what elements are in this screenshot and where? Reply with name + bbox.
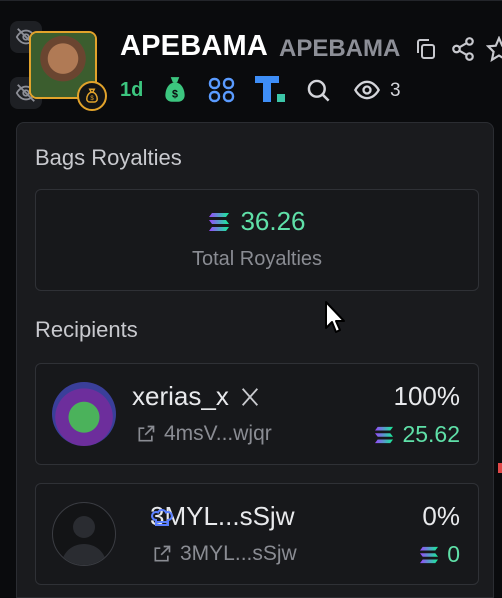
x-logo-icon[interactable] [239,386,261,408]
telegram-t-button[interactable] [255,76,287,104]
recipients-title: Recipients [35,317,138,342]
avatar [52,502,116,566]
share-button[interactable] [450,36,476,62]
grid-icon [208,77,235,103]
eye-icon [354,80,380,100]
edge-indicator [498,463,502,473]
star-icon [486,36,502,62]
recipient-address-link[interactable]: 4msV...wjqr [136,422,272,446]
external-link-icon [138,425,155,442]
external-link-icon [154,545,171,562]
token-title: APEBAMA [120,30,269,62]
total-royalties-label: Total Royalties [191,248,323,270]
recipient-name: xerias_x [132,381,229,411]
copy-icon [417,39,435,59]
recipient-amount-row: 0 [419,541,460,568]
solana-icon [375,426,394,443]
token-age: 1d [120,79,144,101]
recipient-percent: 100% [393,381,461,411]
bags-link-button[interactable]: $ [162,75,188,105]
recipient-name-row: xerias_x [132,381,261,412]
top-divider [0,0,502,1]
apps-button[interactable] [208,77,236,103]
recipient-address-link[interactable]: 3MYL...sSjw [152,542,297,566]
default-user-icon [61,516,107,565]
recipient-address: 3MYL...sSjw [180,542,297,565]
watchers-button[interactable] [352,76,382,104]
recipient-percent: 0% [422,501,460,531]
solana-icon [209,212,230,231]
total-royalties-value-row: 36.26 [36,206,478,237]
avatar [52,382,116,446]
token-ticker: APEBAMA [279,35,401,62]
total-royalties-card: 36.26 Total Royalties [35,189,479,291]
royalties-panel: Bags Royalties 36.26 Total Royalties Rec… [16,122,494,598]
recipient-amount-row: 25.62 [374,421,460,448]
svg-text:$: $ [172,89,178,101]
search-button[interactable] [305,77,332,104]
recipient-address: 4msV...wjqr [164,422,272,445]
panel-title: Bags Royalties [35,145,182,170]
svg-text:$: $ [90,96,94,102]
token-avatar[interactable]: $ [29,31,107,111]
money-bag-icon: $ [85,88,99,103]
recipient-amount: 25.62 [402,421,460,447]
solana-icon [420,546,439,563]
search-icon [307,79,330,102]
recipient-card[interactable]: 3MYL...sSjw 3MYL...sSjw 0% 0 [35,483,479,585]
bag-badge: $ [77,81,107,111]
chef-hat-icon [151,509,173,526]
recipient-amount: 0 [447,541,460,567]
t-logo-icon [255,76,285,102]
money-bag-icon: $ [165,77,185,102]
copy-button[interactable] [414,37,438,61]
mouse-cursor-icon [325,301,345,333]
total-royalties-value: 36.26 [240,206,306,236]
recipient-card[interactable]: xerias_x 4msV...wjqr 100% 25.62 [35,363,479,465]
views-count: 3 [390,80,401,101]
favorite-button[interactable] [486,36,502,62]
share-icon [452,37,474,61]
